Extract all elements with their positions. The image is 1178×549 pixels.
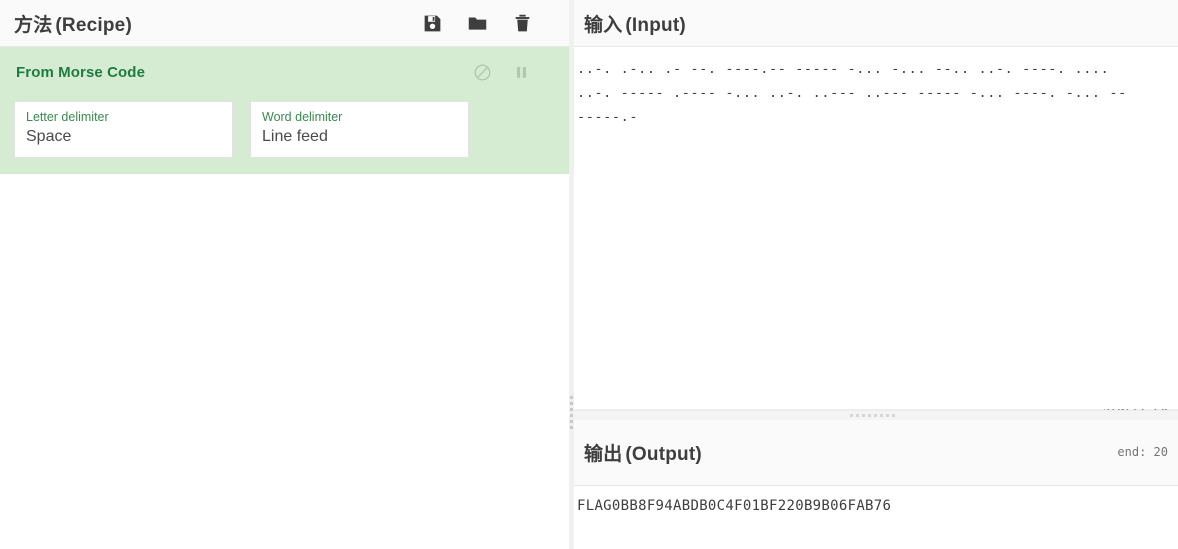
clear-recipe-button[interactable] [512, 13, 533, 34]
operation-header: From Morse Code [0, 59, 569, 85]
input-title-bar: 输入 (Input) [570, 0, 1178, 47]
save-recipe-button[interactable] [422, 13, 443, 34]
recipe-pane: 方法 (Recipe) From Morse Code Letter delim… [0, 0, 570, 549]
stat-end: end: 20 [1096, 445, 1168, 460]
letter-delimiter-label: Letter delimiter [26, 110, 109, 124]
recipe-controls [422, 13, 555, 34]
splitter-grip-horizontal [850, 414, 898, 417]
pause-icon[interactable] [512, 63, 531, 82]
recipe-operation-list[interactable]: From Morse Code Letter delimiter Space W… [0, 47, 569, 174]
output-pane-title: 输出 (Output) [584, 439, 702, 466]
output-text: FLAG0BB8F94ABDB0C4F01BF220B9B06FAB76 [577, 498, 892, 514]
recipe-title-cjk: 方法 [14, 14, 53, 36]
recipe-title-bar: 方法 (Recipe) [0, 0, 569, 47]
operation-from-morse-code[interactable]: From Morse Code Letter delimiter Space W… [0, 47, 569, 174]
recipe-io-splitter[interactable] [569, 0, 574, 549]
circle-slash-icon[interactable] [473, 63, 492, 82]
input-title-en: (Input) [625, 14, 686, 36]
output-title-bar: 输出(Output) start: 20 end: 20 length: 0 [570, 400, 1178, 504]
word-delimiter-field[interactable]: Word delimiter Line feed [250, 101, 469, 158]
word-delimiter-label: Word delimiter [262, 110, 343, 124]
output-title-cjk: 输出 [584, 444, 623, 465]
operation-icon-group [473, 63, 555, 82]
recipe-drop-area[interactable] [0, 174, 569, 549]
load-recipe-button[interactable] [467, 13, 488, 34]
stat-end-label: end: [1117, 445, 1147, 459]
operation-arguments: Letter delimiter Space Word delimiter Li… [0, 85, 569, 158]
splitter-grip [570, 396, 573, 432]
input-output-splitter[interactable] [570, 410, 1178, 420]
input-pane: 输入 (Input) ..-. .-.. .- --. ----.-- -----… [570, 0, 1178, 410]
output-pane: 输出(Output) start: 20 end: 20 length: 0 F… [570, 400, 1178, 549]
input-pane-title: 输入 (Input) [584, 10, 686, 37]
recipe-pane-title: 方法 (Recipe) [14, 10, 132, 37]
output-title-en: (Output) [625, 444, 702, 465]
cyberchef-app: 方法 (Recipe) From Morse Code Letter delim… [0, 0, 1178, 549]
stat-end-value: 20 [1153, 445, 1168, 459]
input-textarea[interactable]: ..-. .-.. .- --. ----.-- ----- -... -...… [570, 57, 1178, 129]
input-body[interactable]: ..-. .-.. .- --. ----.-- ----- -... -...… [570, 47, 1178, 409]
letter-delimiter-field[interactable]: Letter delimiter Space [14, 101, 233, 158]
recipe-title-en: (Recipe) [55, 14, 132, 36]
letter-delimiter-value: Space [26, 128, 72, 145]
word-delimiter-value: Line feed [262, 128, 328, 145]
io-column: 输入 (Input) ..-. .-.. .- --. ----.-- -----… [570, 0, 1178, 549]
output-body[interactable]: FLAG0BB8F94ABDB0C4F01BF220B9B06FAB76 [570, 486, 1178, 549]
input-title-cjk: 输入 [584, 14, 623, 36]
operation-title: From Morse Code [16, 63, 146, 81]
